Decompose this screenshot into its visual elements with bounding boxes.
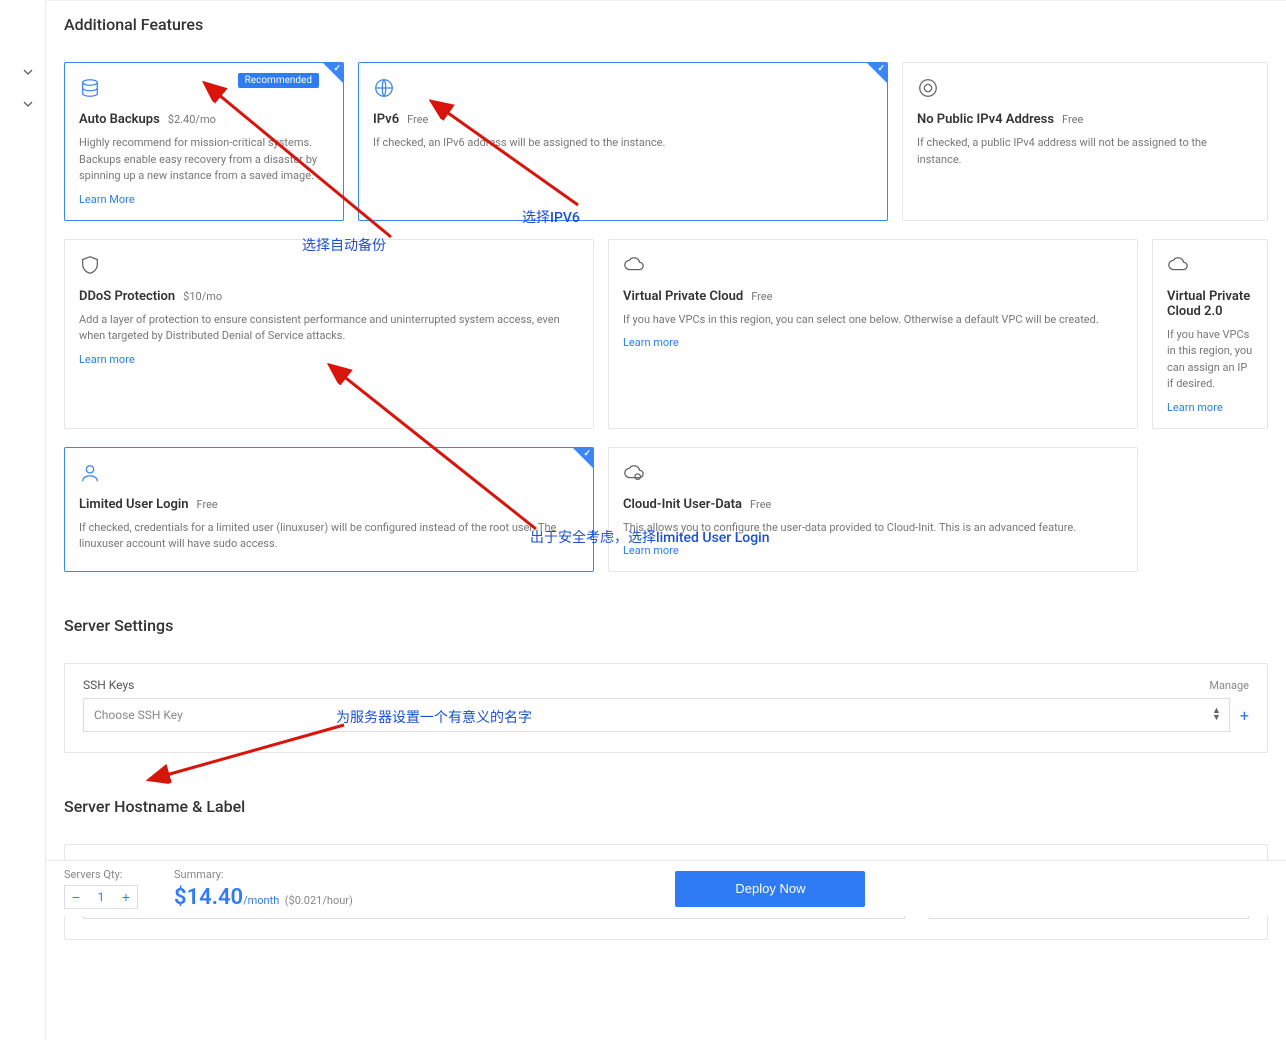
card-desc: If checked, a public IPv4 address will n… <box>917 135 1253 168</box>
card-price: Free <box>750 498 771 511</box>
card-vpc2[interactable]: Virtual Private Cloud 2.0 If you have VP… <box>1152 239 1268 429</box>
card-title: Auto Backups <box>79 112 160 127</box>
user-icon <box>79 462 101 484</box>
learn-more-link[interactable]: Learn more <box>1167 401 1223 414</box>
learn-more-link[interactable]: Learn more <box>623 336 679 349</box>
card-auto-backups[interactable]: ✓ Recommended Auto Backups $2.40/mo High… <box>64 62 344 221</box>
cloud-icon <box>623 254 645 276</box>
hostname-heading: Server Hostname & Label <box>64 797 1268 816</box>
select-arrows-icon: ▲▼ <box>1212 708 1221 722</box>
card-desc: This allows you to configure the user-da… <box>623 520 1123 537</box>
card-cloud-init[interactable]: Cloud-Init User-Data Free This allows yo… <box>608 447 1138 573</box>
card-ddos[interactable]: DDoS Protection $10/mo Add a layer of pr… <box>64 239 594 429</box>
card-title: Virtual Private Cloud <box>623 289 743 304</box>
card-ipv6[interactable]: ✓ IPv6 Free If checked, an IPv6 address … <box>358 62 888 221</box>
card-limited-user[interactable]: ✓ Limited User Login Free If checked, cr… <box>64 447 594 573</box>
ssh-panel: SSH Keys Manage Choose SSH Key ▲▼ + <box>64 663 1268 753</box>
card-desc: Highly recommend for mission-critical sy… <box>79 135 329 185</box>
card-price: Free <box>407 113 428 126</box>
qty-input[interactable] <box>87 890 115 904</box>
sidebar-collapse-1[interactable] <box>0 60 45 84</box>
card-title: DDoS Protection <box>79 289 175 304</box>
network-icon <box>917 77 939 99</box>
price-unit: /month <box>243 894 279 907</box>
shield-icon <box>79 254 101 276</box>
card-title: Limited User Login <box>79 497 189 512</box>
card-title: Virtual Private Cloud 2.0 <box>1167 289 1253 319</box>
card-price: Free <box>751 290 772 303</box>
sidebar-collapse-2[interactable] <box>0 92 45 116</box>
card-desc: Add a layer of protection to ensure cons… <box>79 312 579 345</box>
ssh-keys-label: SSH Keys <box>83 678 134 692</box>
card-price: $10/mo <box>183 290 222 303</box>
card-title: Cloud-Init User-Data <box>623 497 742 512</box>
card-desc: If checked, credentials for a limited us… <box>79 520 579 553</box>
card-price: Free <box>1062 113 1083 126</box>
learn-more-link[interactable]: Learn more <box>79 353 135 366</box>
footer-bar: Servers Qty: − + Summary: $14.40/month (… <box>46 860 1286 916</box>
card-vpc[interactable]: Virtual Private Cloud Free If you have V… <box>608 239 1138 429</box>
globe-icon <box>373 77 395 99</box>
card-price: Free <box>197 498 218 511</box>
summary-label: Summary: <box>174 868 353 881</box>
qty-label: Servers Qty: <box>64 868 138 881</box>
chevron-down-icon <box>23 67 33 77</box>
deploy-now-button[interactable]: Deploy Now <box>675 871 865 907</box>
price-amount: $14.40 <box>174 885 243 910</box>
card-no-public-ipv4[interactable]: No Public IPv4 Address Free If checked, … <box>902 62 1268 221</box>
additional-features-heading: Additional Features <box>64 15 1268 34</box>
qty-stepper: − + <box>64 885 138 909</box>
feature-row-2: DDoS Protection $10/mo Add a layer of pr… <box>64 239 1268 429</box>
learn-more-link[interactable]: Learn More <box>79 193 135 206</box>
card-price: $2.40/mo <box>168 113 216 126</box>
qty-decrement-button[interactable]: − <box>65 886 87 908</box>
feature-row-3: ✓ Limited User Login Free If checked, cr… <box>64 447 1268 573</box>
card-title: IPv6 <box>373 112 399 127</box>
chevron-down-icon <box>23 99 33 109</box>
add-ssh-key-button[interactable]: + <box>1240 706 1249 725</box>
settings-cloud-icon <box>623 462 645 484</box>
qty-increment-button[interactable]: + <box>115 886 137 908</box>
ssh-placeholder: Choose SSH Key <box>94 708 183 722</box>
server-settings-heading: Server Settings <box>64 616 1268 635</box>
feature-row-1: ✓ Recommended Auto Backups $2.40/mo High… <box>64 62 1268 221</box>
backup-icon <box>79 77 101 99</box>
card-title: No Public IPv4 Address <box>917 112 1054 127</box>
card-desc: If you have VPCs in this region, you can… <box>1167 327 1253 393</box>
learn-more-link[interactable]: Learn more <box>623 544 679 557</box>
card-desc: If you have VPCs in this region, you can… <box>623 312 1123 329</box>
recommended-badge: Recommended <box>238 73 319 88</box>
cloud-icon <box>1167 254 1189 276</box>
summary-price: $14.40/month ($0.021/hour) <box>174 885 353 910</box>
card-desc: If checked, an IPv6 address will be assi… <box>373 135 873 152</box>
left-sidebar <box>0 0 46 1040</box>
price-hourly: ($0.021/hour) <box>285 894 353 907</box>
ssh-key-select[interactable]: Choose SSH Key ▲▼ <box>83 698 1230 732</box>
ssh-manage-link[interactable]: Manage <box>1209 679 1249 692</box>
